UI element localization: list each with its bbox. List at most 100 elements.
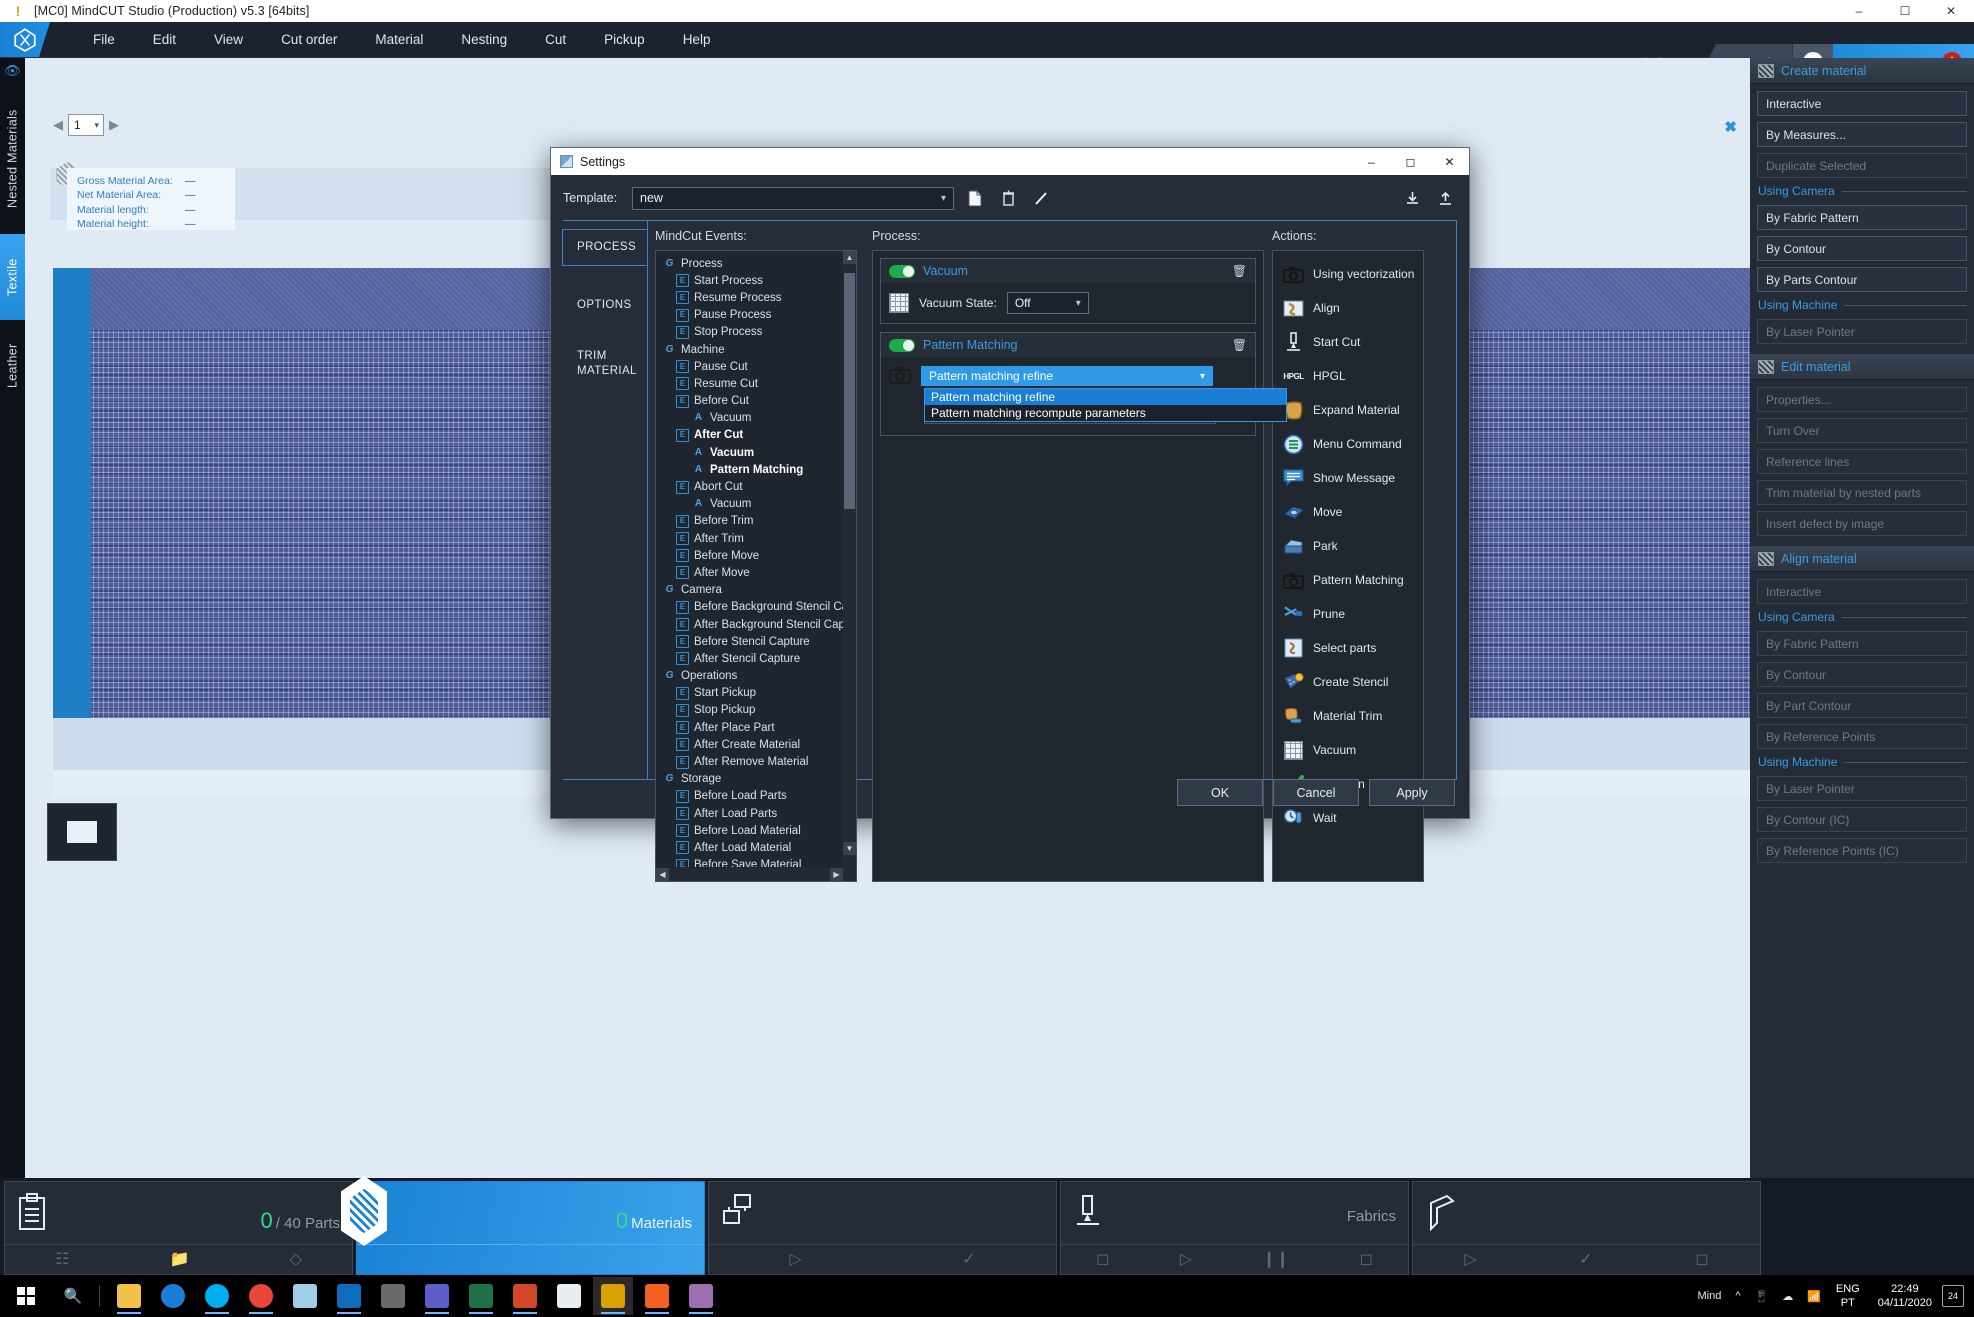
apply-button[interactable]: Apply: [1369, 779, 1455, 806]
tray-clock[interactable]: 22:49 04/11/2020: [1868, 1282, 1942, 1310]
event-tree-item[interactable]: G Operations: [656, 668, 843, 685]
event-tree-item[interactable]: E Abort Cut: [656, 478, 843, 495]
event-tree-item[interactable]: E Before Cut: [656, 393, 843, 410]
dialog-minimize-button[interactable]: –: [1352, 148, 1391, 175]
stop-icon[interactable]: ◻: [1096, 1249, 1109, 1269]
next-page-icon[interactable]: ▶: [109, 117, 119, 133]
notification-badge[interactable]: 24: [1942, 1285, 1964, 1307]
event-tree-item[interactable]: E Resume Cut: [656, 375, 843, 392]
event-tree-item[interactable]: E Before Stencil Capture: [656, 633, 843, 650]
action-item[interactable]: Using vectorization: [1277, 257, 1419, 291]
vacuum-enable-toggle[interactable]: [889, 264, 915, 278]
play-icon[interactable]: ▷: [1180, 1249, 1192, 1269]
app-logo[interactable]: [0, 22, 50, 57]
check-icon[interactable]: ✓: [1579, 1249, 1592, 1269]
menu-cut-order[interactable]: Cut order: [262, 22, 356, 58]
start-button[interactable]: [0, 1287, 52, 1305]
create-by-parts-contour-button[interactable]: By Parts Contour: [1757, 267, 1967, 292]
photos-icon[interactable]: [549, 1277, 589, 1315]
menu-help[interactable]: Help: [664, 22, 730, 58]
search-icon[interactable]: 🔍: [52, 1287, 94, 1305]
action-item[interactable]: Material Trim: [1277, 699, 1419, 733]
event-tree-item[interactable]: E Pause Process: [656, 307, 843, 324]
event-tree-item[interactable]: E Before Trim: [656, 513, 843, 530]
event-tree-item[interactable]: A Pattern Matching: [656, 461, 843, 478]
event-tree-item[interactable]: G Machine: [656, 341, 843, 358]
create-interactive-button[interactable]: Interactive: [1757, 91, 1967, 116]
tray-app-name[interactable]: Mind: [1690, 1290, 1728, 1302]
event-tree-item[interactable]: E After Stencil Capture: [656, 650, 843, 667]
tab-options[interactable]: OPTIONS: [563, 288, 647, 323]
vacuum-state-select[interactable]: Off: [1006, 292, 1089, 314]
scroll-up-icon[interactable]: ▲: [843, 251, 856, 264]
dialog-maximize-button[interactable]: ◻: [1391, 148, 1430, 175]
chrome-icon[interactable]: [241, 1277, 281, 1315]
action-item[interactable]: Align: [1277, 291, 1419, 325]
action-item[interactable]: Menu Command: [1277, 427, 1419, 461]
delete-icon[interactable]: 🗑: [1232, 338, 1247, 352]
event-tree-item[interactable]: E After Move: [656, 564, 843, 581]
action-item[interactable]: Show Message: [1277, 461, 1419, 495]
delete-icon[interactable]: 🗑: [1232, 264, 1247, 278]
menu-pickup[interactable]: Pickup: [585, 22, 664, 58]
excel-icon[interactable]: [461, 1277, 501, 1315]
cancel-button[interactable]: Cancel: [1273, 779, 1359, 806]
skype-icon[interactable]: [197, 1277, 237, 1315]
template-select[interactable]: new: [632, 186, 954, 210]
event-tree-item[interactable]: E Start Process: [656, 272, 843, 289]
create-by-measures-button[interactable]: By Measures...: [1757, 122, 1967, 147]
tray-expand-icon[interactable]: ^: [1728, 1290, 1747, 1302]
menu-cut[interactable]: Cut: [526, 22, 585, 58]
pattern-matching-dropdown[interactable]: Pattern matching refine Pattern matching…: [924, 388, 1287, 422]
pause-icon[interactable]: ❙❙: [1262, 1249, 1289, 1269]
sidebar-item-textile[interactable]: Textile: [0, 234, 25, 320]
events-vscrollbar[interactable]: ▲ ▼: [843, 251, 856, 868]
tray-cloud-icon[interactable]: ☁: [1775, 1290, 1800, 1303]
menu-edit[interactable]: Edit: [134, 22, 195, 58]
action-item[interactable]: Select parts: [1277, 631, 1419, 665]
create-by-contour-button[interactable]: By Contour: [1757, 236, 1967, 261]
play-icon[interactable]: ▷: [1464, 1249, 1476, 1269]
event-tree-item[interactable]: E After Place Part: [656, 719, 843, 736]
pencil-icon[interactable]: [1029, 187, 1053, 209]
dock-cell-parts[interactable]: 0 / 40 Parts ☷ 📁 ◇: [4, 1181, 353, 1275]
export-icon[interactable]: [1433, 187, 1457, 209]
event-tree-item[interactable]: G Storage: [656, 771, 843, 788]
pattern-matching-enable-toggle[interactable]: [889, 338, 915, 352]
square-icon[interactable]: ◻: [1360, 1249, 1373, 1269]
new-file-icon[interactable]: [963, 187, 987, 209]
tab-process[interactable]: PROCESS: [562, 229, 647, 266]
dropdown-option-refine[interactable]: Pattern matching refine: [925, 389, 1286, 405]
mindcut-icon[interactable]: [593, 1277, 633, 1315]
event-tree-item[interactable]: A Vacuum: [656, 496, 843, 513]
maximize-button[interactable]: ☐: [1882, 0, 1928, 22]
scroll-left-icon[interactable]: ◀: [656, 868, 669, 881]
event-tree-item[interactable]: A Vacuum: [656, 444, 843, 461]
pattern-matching-mode-select[interactable]: Pattern matching refine: [921, 366, 1213, 386]
event-tree-item[interactable]: E Stop Pickup: [656, 702, 843, 719]
dock-cell-nesting[interactable]: ▷ ✓: [708, 1181, 1057, 1275]
event-tree-item[interactable]: E After Background Stencil Captu: [656, 616, 843, 633]
play-icon[interactable]: ▷: [789, 1249, 801, 1269]
event-tree-item[interactable]: E Start Pickup: [656, 685, 843, 702]
check-icon[interactable]: ✓: [962, 1249, 975, 1269]
edge-icon[interactable]: [153, 1277, 193, 1315]
sidebar-item-nested-materials[interactable]: Nested Materials: [0, 84, 25, 234]
square-icon[interactable]: ◻: [1695, 1249, 1708, 1269]
menu-file[interactable]: File: [74, 22, 134, 58]
minimize-button[interactable]: –: [1836, 0, 1882, 22]
action-item[interactable]: Park: [1277, 529, 1419, 563]
parts-list-icon[interactable]: ☷: [55, 1249, 69, 1269]
scissors-app-icon[interactable]: [681, 1277, 721, 1315]
scroll-thumb[interactable]: [844, 273, 855, 509]
scroll-down-icon[interactable]: ▼: [843, 842, 856, 855]
action-item[interactable]: Create Stencil: [1277, 665, 1419, 699]
close-button[interactable]: ✕: [1928, 0, 1974, 22]
event-tree-item[interactable]: G Camera: [656, 582, 843, 599]
event-tree-item[interactable]: A Vacuum: [656, 410, 843, 427]
events-tree-list[interactable]: G Process E Start Process E Resume Process E Pa…: [656, 255, 843, 867]
powerpoint-icon[interactable]: [505, 1277, 545, 1315]
event-tree-item[interactable]: E After Remove Material: [656, 753, 843, 770]
delete-icon[interactable]: [996, 187, 1020, 209]
action-item[interactable]: Expand Material: [1277, 393, 1419, 427]
